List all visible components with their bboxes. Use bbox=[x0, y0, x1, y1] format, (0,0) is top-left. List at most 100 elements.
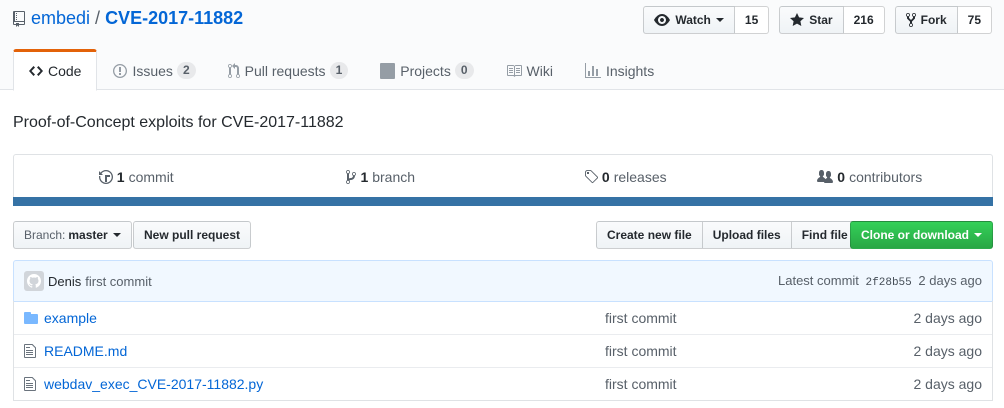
star-button[interactable]: Star bbox=[779, 6, 844, 34]
releases-count: 0 bbox=[601, 168, 610, 185]
fork-button[interactable]: Fork bbox=[894, 6, 958, 34]
star-count[interactable]: 216 bbox=[843, 6, 885, 34]
tab-pull-requests[interactable]: Pull requests 1 bbox=[212, 49, 365, 90]
tab-wiki[interactable]: Wiki bbox=[490, 49, 569, 90]
github-avatar-icon bbox=[27, 274, 41, 288]
tab-label: Pull requests bbox=[244, 62, 326, 79]
repo-owner-link[interactable]: embedi bbox=[31, 8, 90, 29]
repo-description: Proof-of-Concept exploits for CVE-2017-1… bbox=[13, 114, 344, 131]
file-actions-group: Create new file Upload files Find file bbox=[596, 221, 859, 249]
branch-name: master bbox=[68, 228, 108, 242]
star-icon bbox=[790, 13, 805, 26]
repo-header: embedi / CVE-2017-11882 Watch 15 Star 21… bbox=[0, 0, 1004, 91]
commits-link[interactable]: 1 commit bbox=[14, 155, 259, 198]
organization-icon bbox=[817, 169, 834, 183]
file-name-link[interactable]: README.md bbox=[42, 343, 605, 359]
file-commit-message[interactable]: first commit bbox=[605, 343, 845, 359]
commit-age: 2 days ago bbox=[918, 273, 982, 288]
file-icon bbox=[14, 343, 42, 359]
issue-icon bbox=[113, 63, 128, 78]
fork-group: Fork 75 bbox=[894, 6, 992, 34]
branches-label: branch bbox=[372, 168, 416, 185]
file-list: example first commit 2 days ago README.m… bbox=[13, 301, 993, 401]
code-icon bbox=[29, 66, 43, 76]
releases-label: releases bbox=[613, 168, 667, 185]
table-row: README.md first commit 2 days ago bbox=[14, 334, 992, 367]
project-icon bbox=[380, 62, 396, 79]
tab-issues[interactable]: Issues 2 bbox=[97, 49, 211, 90]
contributors-label: contributors bbox=[849, 168, 923, 185]
chevron-down-icon bbox=[974, 233, 982, 237]
file-name-link[interactable]: example bbox=[42, 310, 605, 326]
tab-code[interactable]: Code bbox=[13, 49, 98, 91]
branch-select-button[interactable]: Branch: master bbox=[13, 221, 132, 249]
commit-author[interactable]: Denis bbox=[48, 274, 81, 289]
branch-prefix: Branch: bbox=[24, 228, 66, 242]
file-commit-message[interactable]: first commit bbox=[605, 376, 845, 392]
folder-icon bbox=[14, 310, 42, 326]
tab-projects[interactable]: Projects 0 bbox=[364, 49, 489, 90]
find-file-button[interactable]: Find file bbox=[790, 221, 859, 249]
contributors-count: 0 bbox=[837, 168, 846, 185]
branch-icon bbox=[346, 169, 357, 184]
tab-label: Issues bbox=[132, 62, 173, 79]
chevron-down-icon bbox=[112, 233, 121, 237]
commit-tease: Denis first commit Latest commit 2f28b55… bbox=[13, 260, 993, 302]
create-new-file-button[interactable]: Create new file bbox=[596, 221, 703, 249]
file-commit-message[interactable]: first commit bbox=[605, 310, 845, 326]
contributors-link[interactable]: 0 contributors bbox=[748, 155, 993, 198]
tag-icon bbox=[584, 169, 598, 183]
latest-commit-label: Latest commit bbox=[778, 273, 859, 288]
repo-actions: Watch 15 Star 216 Fork 75 bbox=[633, 6, 992, 34]
table-row: example first commit 2 days ago bbox=[14, 301, 992, 334]
releases-link[interactable]: 0 releases bbox=[503, 155, 748, 198]
tab-label: Wiki bbox=[526, 62, 553, 79]
commits-count: 1 bbox=[116, 168, 125, 185]
language-bar[interactable] bbox=[13, 197, 993, 206]
star-group: Star 216 bbox=[779, 6, 885, 34]
avatar[interactable] bbox=[24, 271, 44, 291]
eye-icon bbox=[654, 14, 671, 26]
book-icon bbox=[506, 64, 522, 77]
pull-requests-counter: 1 bbox=[329, 62, 349, 79]
graph-icon bbox=[584, 62, 601, 78]
file-navigation: Branch: master New pull request Create n… bbox=[13, 221, 993, 249]
fork-count[interactable]: 75 bbox=[957, 6, 992, 34]
watch-label: Watch bbox=[675, 13, 711, 27]
repo-name-link[interactable]: CVE-2017-11882 bbox=[105, 8, 243, 29]
fork-icon bbox=[905, 12, 916, 28]
star-label: Star bbox=[809, 13, 833, 27]
file-name-link[interactable]: webdav_exec_CVE-2017-11882.py bbox=[42, 376, 605, 392]
upload-files-button[interactable]: Upload files bbox=[701, 221, 792, 249]
tab-insights[interactable]: Insights bbox=[569, 49, 670, 90]
new-pull-request-button[interactable]: New pull request bbox=[133, 221, 252, 249]
fork-label: Fork bbox=[920, 13, 947, 27]
repo-title: embedi / CVE-2017-11882 bbox=[13, 8, 243, 29]
file-age: 2 days ago bbox=[913, 376, 983, 392]
repo-tabs: Code Issues 2 Pull requests 1 Projects 0… bbox=[13, 49, 670, 91]
commits-label: commit bbox=[128, 168, 174, 185]
tab-label: Projects bbox=[400, 62, 451, 79]
table-row: webdav_exec_CVE-2017-11882.py first comm… bbox=[14, 367, 992, 400]
branches-count: 1 bbox=[360, 168, 369, 185]
branches-link[interactable]: 1 branch bbox=[259, 155, 504, 198]
pull-request-icon bbox=[227, 62, 240, 78]
commit-message[interactable]: first commit bbox=[85, 274, 151, 289]
projects-counter: 0 bbox=[454, 62, 474, 79]
file-age: 2 days ago bbox=[913, 343, 983, 359]
issues-counter: 2 bbox=[176, 62, 196, 79]
history-icon bbox=[98, 169, 113, 184]
file-icon bbox=[14, 376, 42, 392]
watch-group: Watch 15 bbox=[643, 6, 770, 34]
repo-separator: / bbox=[95, 8, 101, 28]
watch-button[interactable]: Watch bbox=[643, 6, 735, 34]
chevron-down-icon bbox=[715, 18, 724, 22]
repo-icon bbox=[13, 10, 25, 27]
watch-count[interactable]: 15 bbox=[734, 6, 770, 34]
commit-sha[interactable]: 2f28b55 bbox=[866, 277, 912, 289]
file-age: 2 days ago bbox=[913, 309, 983, 326]
tab-label: Code bbox=[48, 63, 82, 79]
clone-or-download-button[interactable]: Clone or download bbox=[850, 221, 993, 249]
tab-label: Insights bbox=[605, 62, 655, 79]
clone-label: Clone or download bbox=[861, 228, 969, 242]
